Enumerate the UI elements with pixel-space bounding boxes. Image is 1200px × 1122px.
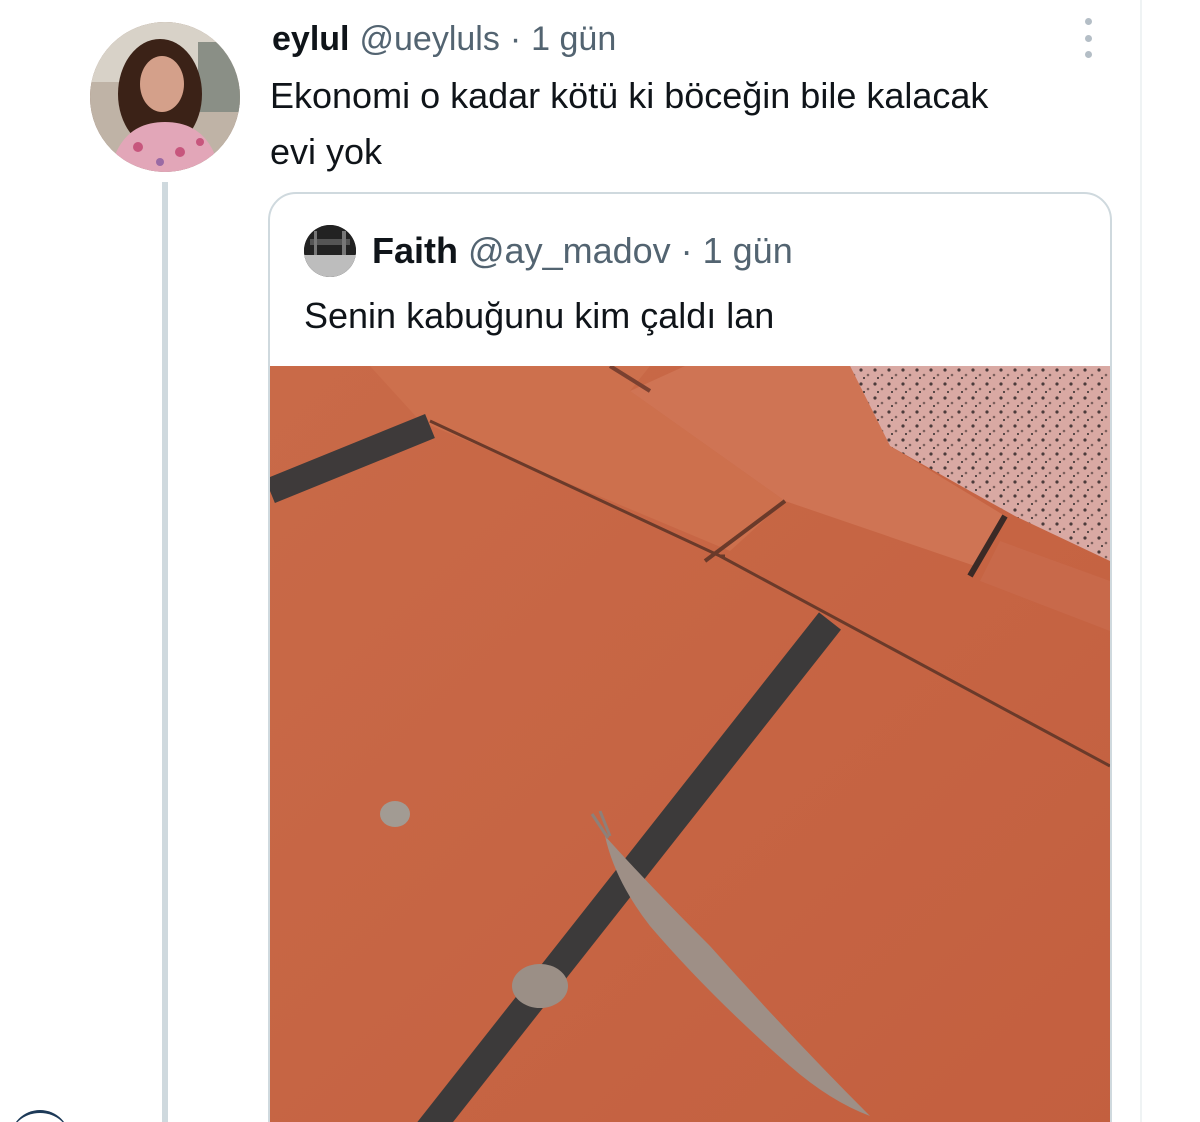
- separator-dot: ·: [509, 19, 522, 58]
- more-vertical-icon[interactable]: [1074, 18, 1102, 58]
- tweet-thread-view: eylul @ueyluls · 1 gün Ekonomi o kadar k…: [0, 0, 1200, 1122]
- quoted-author-avatar: [304, 225, 356, 277]
- quoted-tweet-timestamp: 1 gün: [702, 230, 793, 271]
- quoted-tweet-text: Senin kabuğunu kim çaldı lan: [304, 295, 775, 336]
- quoted-author-handle: @ay_madov: [468, 230, 671, 271]
- column-divider: [1140, 0, 1142, 1122]
- thread-connector-line: [162, 182, 168, 1122]
- tweet-text-line-1: Ekonomi o kadar kötü ki böceğin bile kal…: [270, 75, 989, 116]
- author-handle[interactable]: @ueyluls: [359, 20, 499, 59]
- author-name[interactable]: eylul: [272, 20, 349, 59]
- author-avatar[interactable]: [90, 22, 240, 172]
- quoted-tweet-header: Faith @ay_madov · 1 gün: [304, 224, 793, 278]
- separator-dot: ·: [680, 230, 693, 271]
- quoted-tweet-card[interactable]: Faith @ay_madov · 1 gün Senin kabuğunu k…: [268, 192, 1112, 1122]
- tweet-text: Ekonomi o kadar kötü ki böceğin bile kal…: [270, 68, 1110, 180]
- partial-icon: [10, 1110, 70, 1122]
- quoted-author-name: Faith: [372, 230, 458, 271]
- tweet-text-line-2: evi yok: [270, 131, 383, 172]
- tweet-header: eylul @ueyluls · 1 gün: [272, 16, 616, 62]
- quoted-tweet-photo[interactable]: [270, 366, 1110, 1122]
- tweet-timestamp[interactable]: 1 gün: [531, 20, 616, 59]
